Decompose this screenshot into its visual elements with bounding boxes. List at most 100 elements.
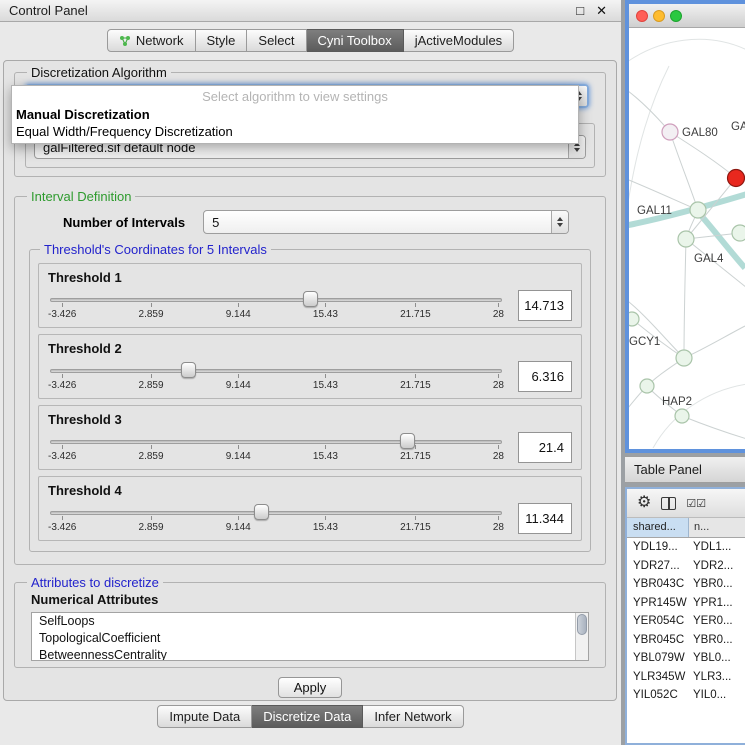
tab-jactivemodules[interactable]: jActiveModules [404, 29, 514, 52]
tab-style[interactable]: Style [196, 29, 248, 52]
network-edge [684, 239, 686, 358]
cell[interactable]: YBR0... [689, 578, 745, 590]
column-header-name[interactable]: n... [689, 518, 745, 537]
slider-track[interactable] [50, 511, 502, 515]
table-row[interactable]: YBR043CYBR0... [627, 575, 745, 594]
network-node[interactable] [640, 379, 654, 393]
threshold-slider-2[interactable]: -3.426 2.859 9.144 15.43 21.715 28 [48, 357, 504, 395]
threshold-slider-1[interactable]: -3.426 2.859 9.144 15.43 21.715 28 [48, 286, 504, 324]
network-nodes [629, 124, 745, 423]
cell[interactable]: YDL1... [689, 541, 745, 553]
network-node[interactable] [676, 350, 692, 366]
network-node-selected[interactable] [728, 170, 745, 187]
list-item[interactable]: SelfLoops [32, 613, 588, 630]
network-node[interactable] [629, 312, 639, 326]
gear-icon[interactable]: ⚙ [637, 495, 651, 511]
minimize-traffic-icon[interactable] [653, 10, 665, 22]
tab-infer-network[interactable]: Infer Network [363, 705, 463, 728]
cell[interactable]: YPR1... [689, 597, 745, 609]
table-row[interactable]: YBR045CYBR0... [627, 631, 745, 650]
network-graph: GAL80 GA GAL11 GAL4 GCY1 HAP2 [629, 28, 745, 448]
table-row[interactable]: YER054CYER0... [627, 612, 745, 631]
tab-select[interactable]: Select [247, 29, 306, 52]
slider-thumb[interactable] [254, 504, 269, 520]
cell[interactable]: YPR145W [627, 597, 689, 609]
tick-label: 28 [493, 451, 504, 462]
table-row[interactable]: YPR145WYPR1... [627, 594, 745, 613]
zoom-traffic-icon[interactable] [670, 10, 682, 22]
cell[interactable]: YBL0... [689, 652, 745, 664]
threshold-value-field-1[interactable]: 14.713 [518, 290, 572, 321]
dropdown-option-manual-discretization[interactable]: Manual Discretization [12, 106, 578, 123]
slider-track[interactable] [50, 440, 502, 444]
threshold-slider-4[interactable]: -3.426 2.859 9.144 15.43 21.715 28 [48, 499, 504, 537]
list-scrollbar[interactable] [575, 613, 588, 660]
attributes-list: SelfLoops TopologicalCoefficient Between… [31, 612, 589, 661]
dropdown-option-equal-width-frequency[interactable]: Equal Width/Frequency Discretization [12, 123, 578, 140]
list-item[interactable]: TopologicalCoefficient [32, 630, 588, 647]
table-row[interactable]: YIL052CYIL0... [627, 686, 745, 705]
chevron-up-icon [557, 217, 563, 221]
tick-label: -3.426 [48, 451, 76, 462]
node-label: GAL80 [682, 127, 718, 139]
cell[interactable]: YBR045C [627, 634, 689, 646]
cell[interactable]: YER054C [627, 615, 689, 627]
cell[interactable]: YDR2... [689, 560, 745, 572]
tick-label: 15.43 [313, 522, 338, 533]
select-columns-icon[interactable]: ☑☑ [686, 497, 706, 510]
network-node[interactable] [662, 124, 678, 140]
network-node[interactable] [675, 409, 689, 423]
threshold-label: Threshold 1 [48, 270, 572, 285]
slider-thumb[interactable] [303, 291, 318, 307]
columns-icon[interactable] [661, 497, 676, 510]
tab-network[interactable]: Network [107, 29, 196, 52]
thresholds-group: Threshold's Coordinates for 5 Intervals … [29, 242, 591, 552]
threshold-slider-3[interactable]: -3.426 2.859 9.144 15.43 21.715 28 [48, 428, 504, 466]
float-window-icon[interactable]: □ [576, 4, 584, 17]
cell[interactable]: YIL0... [689, 689, 745, 701]
table-row[interactable]: YDL19...YDL1... [627, 538, 745, 557]
list-item[interactable]: BetweennessCentrality [32, 647, 588, 661]
apply-button[interactable]: Apply [278, 677, 342, 698]
slider-thumb[interactable] [181, 362, 196, 378]
tab-discretize-data[interactable]: Discretize Data [252, 705, 363, 728]
algorithm-dropdown-popup: Select algorithm to view settings Manual… [11, 85, 579, 144]
tab-label: Discretize Data [263, 709, 351, 724]
table-row[interactable]: YBL079WYBL0... [627, 649, 745, 668]
cell[interactable]: YBR0... [689, 634, 745, 646]
cell[interactable]: YDR27... [627, 560, 689, 572]
close-traffic-icon[interactable] [636, 10, 648, 22]
table-row[interactable]: YLR345WYLR3... [627, 668, 745, 687]
interval-definition-group: Interval Definition Number of Intervals … [14, 189, 606, 565]
scrollbar-thumb[interactable] [577, 614, 587, 635]
slider-scale: -3.426 2.859 9.144 15.43 21.715 28 [48, 309, 504, 320]
threshold-value-field-4[interactable]: 11.344 [518, 503, 572, 534]
threshold-value-field-2[interactable]: 6.316 [518, 361, 572, 392]
cell[interactable]: YBR043C [627, 578, 689, 590]
column-header-shared-name[interactable]: shared... [627, 518, 689, 537]
group-title: Interval Definition [27, 189, 135, 204]
tab-cyni-toolbox[interactable]: Cyni Toolbox [307, 29, 404, 52]
combobox-stepper[interactable] [551, 211, 568, 233]
tab-impute-data[interactable]: Impute Data [157, 705, 252, 728]
close-icon[interactable]: ✕ [596, 4, 607, 17]
cell[interactable]: YLR345W [627, 671, 689, 683]
slider-thumb[interactable] [400, 433, 415, 449]
network-canvas[interactable]: GAL80 GA GAL11 GAL4 GCY1 HAP2 [629, 28, 745, 448]
cell[interactable]: YBL079W [627, 652, 689, 664]
network-node[interactable] [690, 202, 706, 218]
table-row[interactable]: YDR27...YDR2... [627, 557, 745, 576]
cell[interactable]: YER0... [689, 615, 745, 627]
network-node[interactable] [678, 231, 694, 247]
network-node[interactable] [732, 225, 745, 241]
slider-track[interactable] [50, 298, 502, 302]
cell[interactable]: YDL19... [627, 541, 689, 553]
number-of-intervals-combobox[interactable]: 5 [203, 210, 569, 234]
node-label: HAP2 [662, 396, 692, 408]
attributes-to-discretize-group: Attributes to discretize Numerical Attri… [14, 575, 606, 668]
network-edge [684, 326, 745, 358]
slider-track[interactable] [50, 369, 502, 373]
threshold-value-field-3[interactable]: 21.4 [518, 432, 572, 463]
cell[interactable]: YLR3... [689, 671, 745, 683]
cell[interactable]: YIL052C [627, 689, 689, 701]
